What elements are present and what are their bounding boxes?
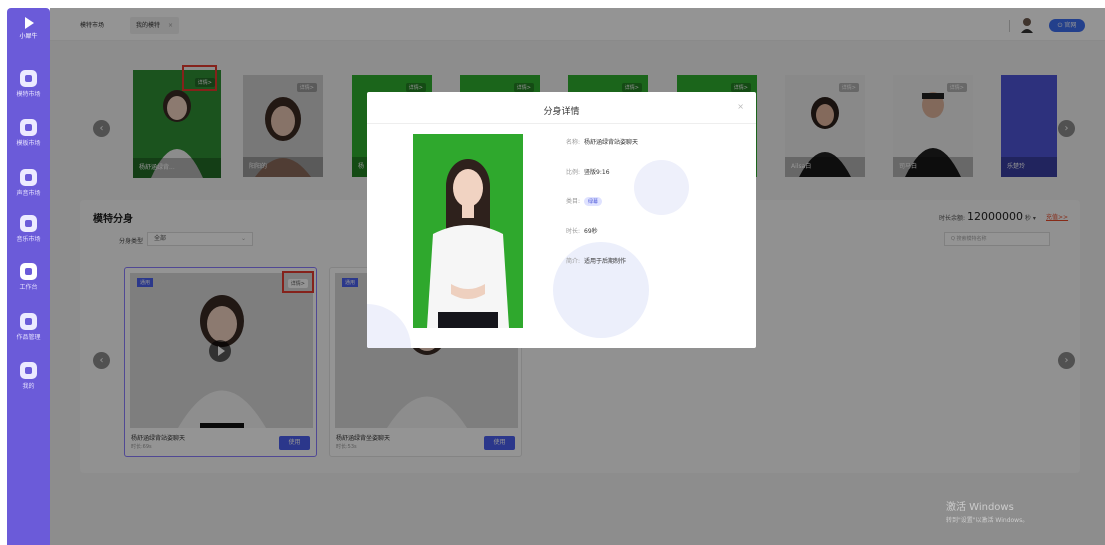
name-label: 名称: bbox=[566, 139, 581, 146]
intro-label: 简介: bbox=[566, 258, 581, 265]
category-label: 类目: bbox=[566, 198, 581, 205]
modal-title: 分身详情 bbox=[543, 107, 580, 117]
play-logo-icon bbox=[24, 17, 34, 29]
sidebar-item-label: 音乐市场 bbox=[16, 236, 41, 243]
duration-value: 69秒 bbox=[584, 228, 598, 235]
divider bbox=[367, 123, 756, 124]
sidebar-item-profile[interactable]: 我的 bbox=[7, 362, 50, 390]
windows-activation-watermark: 激活 Windows 转到"设置"以激活 Windows。 bbox=[946, 498, 1028, 524]
avatar-detail-modal: 分身详情 × 名称: 杨舒涵绿背站姿聊天 比例: 竖版9:16 类目: 绿幕 时… bbox=[367, 92, 756, 348]
sidebar: 小犀牛 模特市场 模板市场 声音市场 音乐市场 工作台 作品管理 我的 bbox=[7, 8, 50, 545]
info-category: 类目: 绿幕 bbox=[566, 196, 603, 206]
close-icon[interactable]: × bbox=[737, 102, 744, 111]
name-value: 杨舒涵绿背站姿聊天 bbox=[584, 139, 639, 146]
info-ratio: 比例: 竖版9:16 bbox=[566, 167, 610, 176]
intro-value: 适用于后期制作 bbox=[584, 258, 627, 265]
sidebar-item-label: 我的 bbox=[22, 383, 35, 390]
avatar-preview[interactable] bbox=[413, 134, 523, 328]
info-intro: 简介: 适用于后期制作 bbox=[566, 256, 626, 265]
duration-label: 时长: bbox=[566, 228, 581, 235]
sidebar-item-template-market[interactable]: 模板市场 bbox=[7, 119, 50, 147]
sidebar-item-voice-market[interactable]: 声音市场 bbox=[7, 169, 50, 197]
sidebar-item-music-market[interactable]: 音乐市场 bbox=[7, 215, 50, 243]
watermark-line1: 激活 Windows bbox=[946, 502, 1014, 513]
works-icon bbox=[20, 313, 37, 330]
decorative-shape bbox=[367, 304, 411, 348]
sidebar-item-label: 模特市场 bbox=[16, 91, 41, 98]
workbench-icon bbox=[20, 263, 37, 280]
ratio-value: 竖版9:16 bbox=[584, 169, 610, 176]
watermark-line2: 转到"设置"以激活 Windows。 bbox=[946, 517, 1029, 524]
template-market-icon bbox=[20, 119, 37, 136]
category-badge: 绿幕 bbox=[584, 197, 603, 206]
sidebar-item-model-market[interactable]: 模特市场 bbox=[7, 70, 50, 98]
sidebar-item-label: 声音市场 bbox=[16, 190, 41, 197]
ratio-label: 比例: bbox=[566, 169, 581, 176]
app-logo[interactable]: 小犀牛 bbox=[7, 16, 50, 40]
app-root: 小犀牛 模特市场 模板市场 声音市场 音乐市场 工作台 作品管理 我的 模特市场… bbox=[0, 0, 1105, 545]
sidebar-item-workbench[interactable]: 工作台 bbox=[7, 263, 50, 291]
model-market-icon bbox=[20, 70, 37, 87]
info-name: 名称: 杨舒涵绿背站姿聊天 bbox=[566, 137, 638, 146]
profile-icon bbox=[20, 362, 37, 379]
voice-market-icon bbox=[20, 169, 37, 186]
decorative-circle bbox=[634, 160, 689, 215]
sidebar-item-label: 模板市场 bbox=[16, 140, 41, 147]
info-duration: 时长: 69秒 bbox=[566, 226, 598, 235]
avatar-preview-image bbox=[413, 134, 523, 328]
music-market-icon bbox=[20, 215, 37, 232]
sidebar-item-label: 作品管理 bbox=[16, 334, 41, 341]
logo-text: 小犀牛 bbox=[19, 33, 38, 40]
sidebar-item-works[interactable]: 作品管理 bbox=[7, 313, 50, 341]
sidebar-item-label: 工作台 bbox=[19, 284, 38, 291]
